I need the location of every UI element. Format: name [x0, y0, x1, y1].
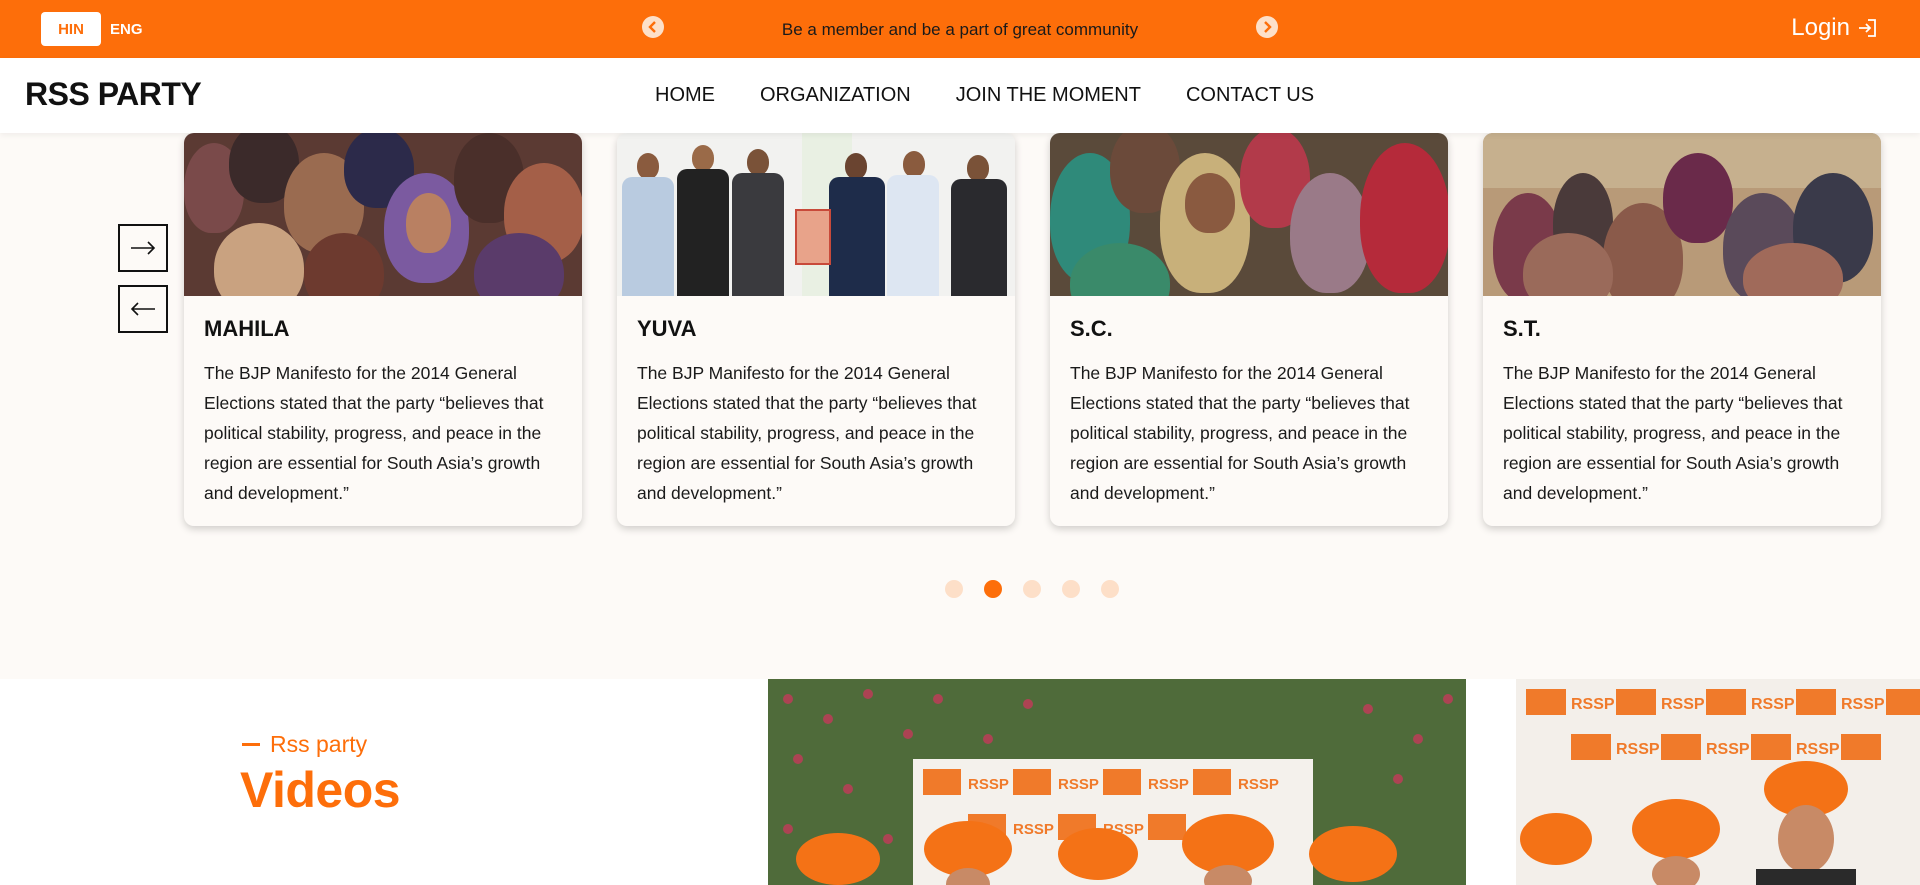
- videos-title: Videos: [240, 762, 401, 818]
- video-thumbnail[interactable]: RSSP RSSP RSSP RSSP RSSP RSSP RSSP: [1516, 679, 1920, 885]
- banner-text: RSSP: [1661, 696, 1705, 713]
- video-thumbnail-image: RSSP RSSP RSSP RSSP RSSP RSSP RSSP: [1516, 679, 1920, 885]
- banner-text: RSSP: [1751, 696, 1795, 713]
- banner-text: RSSP: [968, 776, 1009, 793]
- arrow-left-icon: [130, 302, 155, 316]
- slider-dot[interactable]: [1023, 580, 1041, 598]
- card-image-sc: [1050, 133, 1448, 296]
- card-title: MAHILA: [204, 316, 290, 341]
- arrow-right-icon: [131, 241, 156, 255]
- card-image-mahila: [184, 133, 582, 296]
- slider-pagination: [945, 580, 1119, 598]
- nav-home[interactable]: HOME: [655, 84, 715, 107]
- banner-text: RSSP: [1238, 776, 1279, 793]
- card-text: The BJP Manifesto for the 2014 General E…: [637, 363, 977, 503]
- program-card[interactable]: S.T. The BJP Manifesto for the 2014 Gene…: [1483, 133, 1881, 526]
- videos-eyebrow-text: Rss party: [270, 731, 368, 757]
- card-image-st: [1483, 133, 1881, 296]
- chevron-right-icon: [1264, 21, 1272, 33]
- program-card[interactable]: S.C. The BJP Manifesto for the 2014 Gene…: [1050, 133, 1448, 526]
- chevron-left-icon: [648, 21, 656, 33]
- banner-text: RSSP: [1616, 741, 1660, 758]
- banner-text: RSSP: [1148, 776, 1189, 793]
- login-button[interactable]: Login: [1791, 14, 1878, 42]
- nav-join-the-moment[interactable]: JOIN THE MOMENT: [956, 84, 1141, 107]
- slider-next-button[interactable]: [118, 224, 168, 272]
- banner-text: RSSP: [1058, 776, 1099, 793]
- videos-eyebrow: Rss party: [242, 731, 367, 758]
- banner-text: RSSP: [1571, 696, 1615, 713]
- main-header: RSS PARTY HOME ORGANIZATION JOIN THE MOM…: [0, 58, 1920, 133]
- card-text: The BJP Manifesto for the 2014 General E…: [1503, 363, 1843, 503]
- slider-prev-button[interactable]: [118, 285, 168, 333]
- login-label: Login: [1791, 14, 1850, 41]
- nav-contact-us[interactable]: CONTACT US: [1186, 84, 1314, 107]
- card-image-yuva: [617, 133, 1015, 296]
- card-title: S.C.: [1070, 316, 1113, 341]
- slider-dot[interactable]: [1101, 580, 1119, 598]
- video-thumbnail-image: RSSP RSSP RSSP RSSP RSSP RSSP: [768, 679, 1466, 885]
- language-switcher: HIN ENG: [41, 12, 143, 46]
- program-card[interactable]: YUVA The BJP Manifesto for the 2014 Gene…: [617, 133, 1015, 526]
- ticker-prev-button[interactable]: [642, 16, 664, 38]
- banner-text: RSSP: [1706, 741, 1750, 758]
- sign-in-icon: [1859, 19, 1876, 37]
- top-bar: HIN ENG Be a member and be a part of gre…: [0, 0, 1920, 58]
- main-nav: HOME ORGANIZATION JOIN THE MOMENT CONTAC…: [655, 84, 1314, 107]
- slider-dot[interactable]: [945, 580, 963, 598]
- card-text: The BJP Manifesto for the 2014 General E…: [204, 363, 544, 503]
- card-text: The BJP Manifesto for the 2014 General E…: [1070, 363, 1410, 503]
- video-thumbnail[interactable]: RSSP RSSP RSSP RSSP RSSP RSSP: [768, 679, 1466, 885]
- banner-text: RSSP: [1013, 821, 1054, 838]
- card-title: YUVA: [637, 316, 697, 341]
- brand-logo[interactable]: RSS PARTY: [25, 76, 202, 113]
- ticker-text: Be a member and be a part of great commu…: [781, 20, 1139, 39]
- slider-dot-active[interactable]: [984, 580, 1002, 598]
- nav-organization[interactable]: ORGANIZATION: [760, 84, 911, 107]
- program-card[interactable]: MAHILA The BJP Manifesto for the 2014 Ge…: [184, 133, 582, 526]
- banner-text: RSSP: [1841, 696, 1885, 713]
- lang-eng-button[interactable]: ENG: [110, 21, 143, 38]
- card-title: S.T.: [1503, 316, 1541, 341]
- slider-dot[interactable]: [1062, 580, 1080, 598]
- lang-hin-button[interactable]: HIN: [41, 12, 101, 46]
- dash-decoration: [242, 743, 260, 746]
- videos-section: Rss party Videos RSSP RSSP RSSP RSSP RSS…: [0, 679, 1920, 885]
- banner-text: RSSP: [1796, 741, 1840, 758]
- ticker-next-button[interactable]: [1256, 16, 1278, 38]
